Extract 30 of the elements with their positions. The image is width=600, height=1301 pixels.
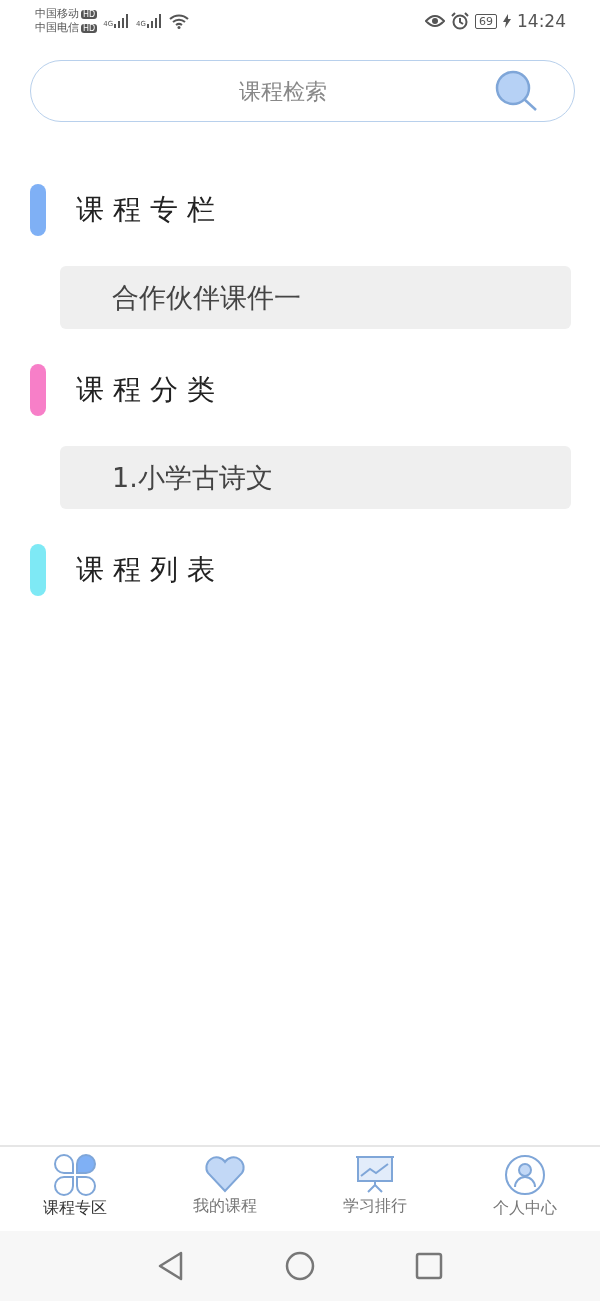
presentation-icon: [354, 1154, 396, 1194]
hd-badge: HD: [81, 24, 98, 33]
search-field[interactable]: 课程检索: [30, 60, 575, 122]
course-item[interactable]: 合作伙伴课件一: [60, 266, 571, 329]
home-icon[interactable]: [285, 1251, 315, 1281]
signal-icon: [146, 14, 163, 28]
tab[interactable]: 学习排行: [300, 1147, 450, 1231]
alarm-icon: [451, 12, 469, 30]
clock: 14:24: [517, 11, 566, 31]
tab[interactable]: 个人中心: [450, 1147, 600, 1231]
search-icon[interactable]: [493, 70, 539, 112]
person-icon: [504, 1154, 546, 1196]
battery-level: 69: [475, 13, 497, 29]
heart-icon: [204, 1154, 246, 1194]
tab[interactable]: 我的课程: [150, 1147, 300, 1231]
back-icon[interactable]: [157, 1251, 185, 1281]
section-title: 课程列表: [76, 552, 224, 588]
carrier-name: 中国移动 HD: [35, 7, 98, 21]
recents-icon[interactable]: [415, 1252, 443, 1280]
tab[interactable]: 课程专区: [0, 1147, 150, 1231]
signal-icon: [114, 14, 131, 28]
charging-icon: [503, 14, 511, 28]
hd-badge: HD: [81, 10, 98, 19]
section-title: 课程专栏: [76, 192, 224, 228]
carrier-name: 中国电信 HD: [35, 21, 98, 35]
wifi-icon: [168, 13, 189, 29]
clover-icon: [54, 1154, 96, 1196]
section-title: 课程分类: [76, 372, 224, 408]
course-item[interactable]: 1.小学古诗文: [60, 446, 571, 509]
eye-icon: [425, 14, 445, 28]
